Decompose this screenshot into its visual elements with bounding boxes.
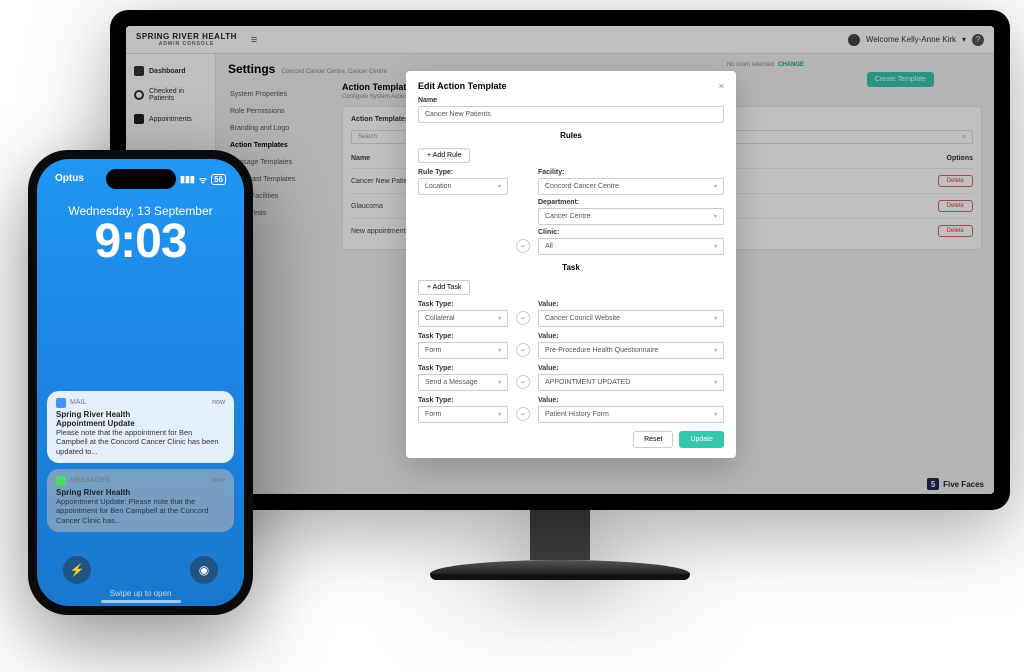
add-task-button[interactable]: + Add Task [418, 280, 470, 295]
phone-mockup: Optus ▮▮▮ ᯤ 56 Wednesday, 13 September 9… [28, 150, 253, 615]
add-rule-button[interactable]: + Add Rule [418, 148, 470, 163]
dynamic-island [106, 169, 176, 189]
flashlight-button[interactable]: ⚡ [63, 556, 91, 584]
lock-time: 9:03 [37, 218, 244, 266]
remove-task-button[interactable]: − [516, 343, 530, 357]
notification-card[interactable]: MESSAGESnow Spring River Health Appointm… [47, 469, 234, 532]
messages-app-icon [56, 476, 66, 486]
mail-app-icon [56, 398, 66, 408]
remove-task-button[interactable]: − [516, 407, 530, 421]
signal-icon: ▮▮▮ [180, 174, 195, 185]
task-value-select[interactable]: APPOINTMENT UPDATED [538, 374, 724, 391]
wifi-icon: ᯤ [199, 173, 207, 186]
battery-icon: 56 [211, 174, 226, 185]
clinic-select[interactable]: All [538, 238, 724, 255]
task-value-select[interactable]: Cancer Council Website [538, 310, 724, 327]
task-header: Task [418, 263, 724, 272]
task-value-select[interactable]: Pre-Procedure Health Questionnaire [538, 342, 724, 359]
status-icons: ▮▮▮ ᯤ 56 [180, 173, 226, 186]
task-type-select[interactable]: Form [418, 406, 508, 423]
notification-card[interactable]: MAILnow Spring River Health Appointment … [47, 391, 234, 463]
remove-task-button[interactable]: − [516, 311, 530, 325]
modal-title: Edit Action Template [418, 81, 507, 91]
swipe-hint: Swipe up to open [37, 589, 244, 598]
task-type-select[interactable]: Form [418, 342, 508, 359]
facility-select[interactable]: Concord Cancer Centre [538, 178, 724, 195]
camera-button[interactable]: ◉ [190, 556, 218, 584]
task-type-select[interactable]: Send a Message [418, 374, 508, 391]
department-select[interactable]: Cancer Centre [538, 208, 724, 225]
rules-header: Rules [418, 131, 724, 140]
close-icon[interactable]: × [719, 81, 724, 91]
update-button[interactable]: Update [679, 431, 724, 448]
edit-template-modal: Edit Action Template × Name Cancer New Pa… [406, 71, 736, 458]
task-value-select[interactable]: Patient History Form [538, 406, 724, 423]
rule-type-select[interactable]: Location [418, 178, 508, 195]
template-name-input[interactable]: Cancer New Patients [418, 106, 724, 123]
home-indicator[interactable] [101, 600, 181, 603]
reset-button[interactable]: Reset [633, 431, 673, 448]
remove-task-button[interactable]: − [516, 375, 530, 389]
name-label: Name [418, 97, 724, 104]
carrier-label: Optus [55, 173, 84, 186]
task-type-select[interactable]: Collateral [418, 310, 508, 327]
remove-rule-button[interactable]: − [516, 239, 530, 253]
